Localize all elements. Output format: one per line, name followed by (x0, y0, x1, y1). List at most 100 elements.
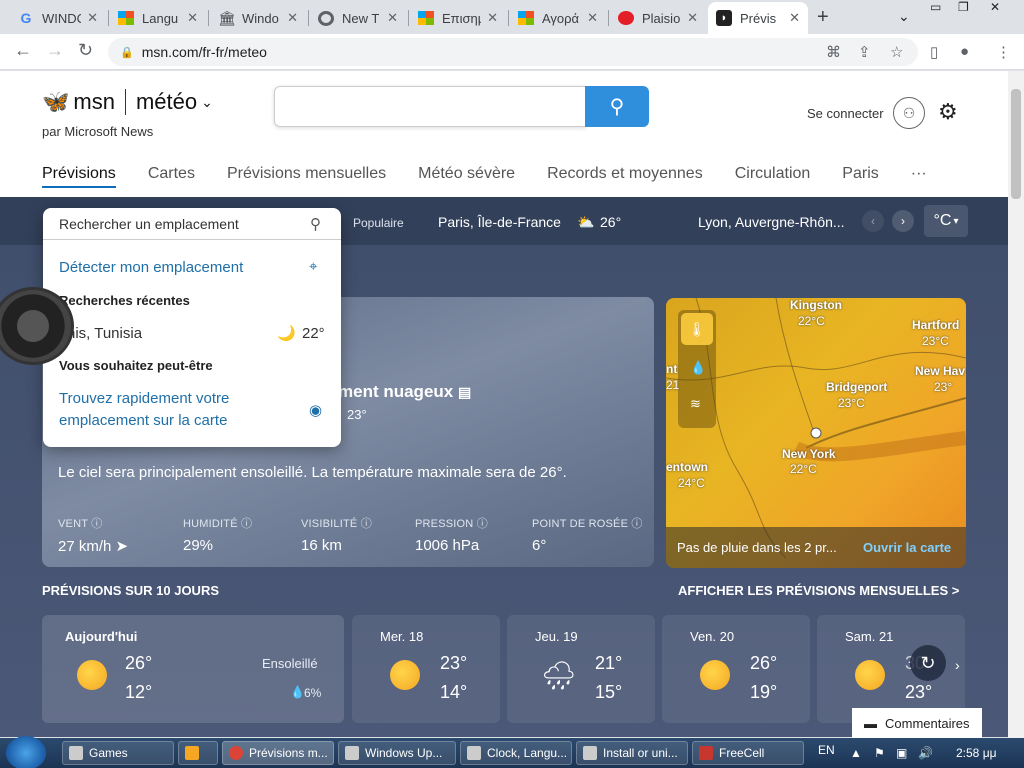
tab-language[interactable]: Langu ✕ (110, 2, 206, 34)
weather-map[interactable]: 🌡 💧 ≋ Kingston 22°C Hartford 23°C New Ha… (666, 298, 966, 568)
chevron-right-icon[interactable]: › (955, 657, 960, 673)
stat-pressure: PRESSION ⓘ 1006 hPa (415, 515, 488, 554)
tab-meteo-severe[interactable]: Météo sévère (418, 165, 515, 188)
msn-logo[interactable]: 🦋 msn météo ⌄ (42, 89, 213, 115)
monthly-forecast-link[interactable]: AFFICHER LES PRÉVISIONS MENSUELLES > (678, 583, 959, 598)
close-icon[interactable]: ✕ (789, 10, 800, 26)
day-card[interactable]: Jeu. 19 🌧 21° 15° (507, 615, 655, 723)
page-scrollbar[interactable] (1008, 71, 1024, 738)
raindrop-icon[interactable]: 💧 (690, 360, 706, 376)
bookmark-star-icon[interactable]: ☆ (890, 43, 903, 61)
day-card[interactable]: Mer. 18 23° 14° (352, 615, 500, 723)
close-window-button[interactable]: ✕ (990, 0, 1000, 18)
detect-location-link[interactable]: Détecter mon emplacement (59, 259, 243, 276)
tab-greek-1[interactable]: Επισημ ✕ (410, 2, 506, 34)
search-button[interactable]: ⚲ (585, 86, 649, 127)
map-pin-icon[interactable]: ◉ (309, 401, 322, 419)
restore-button[interactable]: ❐ (958, 0, 969, 18)
chevron-right-icon[interactable]: › (892, 210, 914, 232)
info-icon[interactable]: ⓘ (91, 518, 102, 530)
profile-icon[interactable]: ● (960, 43, 969, 60)
start-button[interactable] (6, 736, 46, 768)
tab-circulation[interactable]: Circulation (735, 165, 811, 188)
search-input[interactable] (274, 86, 586, 127)
language-indicator[interactable]: EN (818, 743, 835, 757)
thermometer-icon[interactable]: 🌡 (681, 313, 713, 345)
gear-icon[interactable]: ⚙ (938, 99, 958, 125)
taskbar-item-windows-update[interactable]: Windows Up... (338, 741, 456, 765)
search-icon[interactable]: ⚲ (310, 215, 321, 233)
chevron-down-icon[interactable]: ⌄ (201, 94, 213, 111)
close-icon[interactable]: ✕ (587, 10, 598, 26)
tab-previsions[interactable]: Prévisions (42, 165, 116, 188)
taskbar-item-chrome[interactable]: Prévisions m... (222, 741, 334, 765)
info-icon[interactable]: ⓘ (477, 518, 488, 530)
address-bar[interactable]: 🔒 msn.com/fr-fr/meteo (108, 38, 918, 66)
stat-value: 16 km (301, 537, 342, 554)
location-search-input[interactable]: Rechercher un emplacement ⚲ (43, 208, 341, 240)
taskbar-item-freecell[interactable]: FreeCell (692, 741, 804, 765)
reload-icon[interactable]: ↻ (78, 40, 93, 61)
tab-search-chevron-icon[interactable]: ⌄ (898, 8, 910, 26)
close-icon[interactable]: ✕ (487, 10, 498, 26)
menu-dots-icon[interactable]: ⋮ (996, 43, 1011, 61)
share-icon[interactable]: ⇪ (858, 43, 871, 61)
info-icon[interactable]: ⓘ (631, 518, 642, 530)
chevron-left-icon[interactable]: ‹ (862, 210, 884, 232)
low-temp: 15° (595, 682, 623, 702)
close-icon[interactable]: ✕ (687, 10, 698, 26)
forward-icon[interactable]: → (46, 40, 64, 61)
comment-icon[interactable]: ▤ (458, 384, 471, 400)
tab-previsions-mensuelles[interactable]: Prévisions mensuelles (227, 165, 386, 188)
open-map-link[interactable]: Ouvrir la carte (863, 540, 951, 555)
side-panel-icon[interactable]: ▯ (930, 43, 938, 61)
rain-chance: 6% (304, 686, 322, 700)
taskbar-item-clock[interactable]: Clock, Langu... (460, 741, 572, 765)
taskbar-item-install[interactable]: Install or uni... (576, 741, 688, 765)
close-icon[interactable]: ✕ (287, 10, 298, 26)
tray-expand-icon[interactable]: ▲ (850, 746, 862, 760)
recent-search-item[interactable]: nis, Tunisia (67, 325, 142, 342)
unit-selector[interactable]: °C ▾ (924, 205, 968, 237)
day-card-today[interactable]: Aujourd'hui 26° 12° Ensoleillé 💧 6% (42, 615, 344, 723)
taskbar-label: Prévisions m... (249, 746, 328, 760)
feedback-button[interactable]: ▬ Commentaires (852, 708, 982, 738)
stat-label: HUMIDITÉ (183, 518, 238, 530)
wind-icon[interactable]: ≋ (690, 396, 701, 412)
translate-icon[interactable]: ⌘ (826, 43, 841, 61)
find-on-map-link[interactable]: Trouvez rapidement votre (59, 390, 229, 407)
tab-new[interactable]: New T ✕ (310, 2, 406, 34)
tab-active-meteo[interactable]: ◗ Prévis ✕ (708, 2, 808, 34)
tab-greek-2[interactable]: Αγορά ✕ (510, 2, 606, 34)
find-on-map-link-line2[interactable]: emplacement sur la carte (59, 412, 227, 429)
close-icon[interactable]: ✕ (87, 10, 98, 26)
tab-paris[interactable]: Paris (842, 165, 878, 188)
info-icon[interactable]: ⓘ (361, 518, 372, 530)
tab-records[interactable]: Records et moyennes (547, 165, 703, 188)
scrollbar-thumb[interactable] (1011, 89, 1021, 199)
close-icon[interactable]: ✕ (387, 10, 398, 26)
day-card[interactable]: Ven. 20 26° 19° (662, 615, 810, 723)
tab-windows[interactable]: G WINDO ✕ (10, 2, 106, 34)
minimize-button[interactable]: ▭ (930, 0, 941, 18)
tab-cartes[interactable]: Cartes (148, 165, 195, 188)
taskbar-item-games[interactable]: Games (62, 741, 174, 765)
location-target-icon[interactable]: ⌖ (309, 258, 317, 275)
taskbar-item-media[interactable] (178, 741, 218, 765)
back-icon[interactable]: ← (14, 40, 32, 61)
new-tab-button[interactable]: + (817, 6, 829, 29)
volume-icon[interactable]: 🔊 (918, 746, 933, 760)
close-icon[interactable]: ✕ (187, 10, 198, 26)
tab-plaisio[interactable]: Plaisio ✕ (610, 2, 706, 34)
signin-link[interactable]: Se connecter (807, 106, 884, 121)
avatar[interactable]: ⚇ (893, 97, 925, 129)
info-icon[interactable]: ⓘ (241, 518, 252, 530)
clock-time[interactable]: 2:58 μμ (956, 746, 997, 760)
map-footer: Pas de pluie dans les 2 pr... Ouvrir la … (666, 527, 966, 568)
tab-windows-2[interactable]: 🏛 Windo ✕ (210, 2, 306, 34)
more-menu-icon[interactable]: ··· (911, 165, 927, 188)
location-paris[interactable]: Paris, Île-de-France (438, 214, 561, 230)
network-icon[interactable]: ▣ (896, 746, 907, 760)
location-lyon[interactable]: Lyon, Auvergne-Rhôn... (698, 214, 845, 230)
action-center-icon[interactable]: ⚑ (874, 746, 885, 760)
